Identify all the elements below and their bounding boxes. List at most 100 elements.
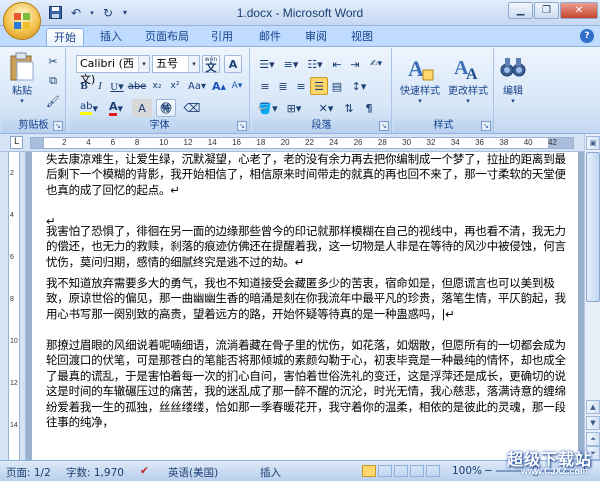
font-size-combo[interactable]: 五号 ▾ [152, 55, 200, 73]
tab-references[interactable]: 引用 [203, 28, 241, 46]
char-border-text: A [228, 57, 238, 71]
minimize-button[interactable]: ▁ [508, 2, 533, 19]
tab-mailings[interactable]: 邮件 [251, 28, 289, 46]
chevron-down-icon: ▾ [188, 56, 199, 72]
multilevel-list-icon[interactable]: ☷▾ [304, 55, 326, 73]
full-screen-reading-icon[interactable] [378, 465, 392, 477]
show-hide-marks-icon[interactable]: ¶ [360, 99, 378, 117]
text-highlight-button[interactable]: ab ▾ [76, 99, 102, 117]
paragraph-5[interactable]: 那撩过眉眼的风细说着呢喃细语，流淌着藏在骨子里的忧伤，如花落，如烟散，但愿所有的… [46, 338, 566, 430]
copy-icon[interactable]: ⧉ [44, 72, 62, 90]
draft-view-icon[interactable] [426, 465, 440, 477]
shrink-font-icon[interactable]: A▾ [228, 77, 246, 95]
format-painter-icon[interactable]: 🖌 [44, 92, 62, 110]
language-status[interactable]: 英语(美国) [168, 465, 218, 480]
tab-home[interactable]: 开始 [46, 28, 84, 46]
vertical-ruler-number: 10 [10, 338, 18, 345]
restore-button[interactable]: ❐ [534, 2, 559, 19]
vertical-scrollbar[interactable]: ▣ ▲ ▼ ⏶ ⏷ [584, 134, 600, 460]
zoom-level[interactable]: 100% [452, 465, 482, 477]
cut-icon[interactable]: ✂ [44, 52, 62, 70]
proofing-icon[interactable]: ✔ [140, 465, 149, 477]
font-color-button[interactable]: A ▾ [104, 99, 128, 117]
line-spacing-icon[interactable]: ↕▾ [348, 77, 370, 95]
tab-page-layout[interactable]: 页面布局 [138, 28, 196, 46]
align-center-icon[interactable]: ≣ [274, 77, 292, 95]
page-count[interactable]: 页面: 1/2 [6, 465, 51, 480]
styles-group: A 快速样式 ▾ AA 更改样式 ▾ 样式 ↘ [394, 48, 494, 133]
ruler-number: 14 [207, 138, 217, 147]
zoom-out-button[interactable]: − [484, 465, 493, 477]
strikethrough-button[interactable]: abe [128, 77, 147, 95]
font-group: Calibri (西文) ▾ 五号 ▾ wén 文 A B I U▾ abe x₂… [70, 48, 250, 133]
chevron-down-icon: ▾ [138, 56, 149, 72]
asian-layout-icon[interactable]: ✍▾ [366, 55, 386, 73]
help-icon[interactable]: ? [580, 29, 594, 43]
sort-icon[interactable]: ⇅ [340, 99, 358, 117]
superscript-button[interactable]: x² [166, 77, 184, 95]
increase-indent-icon[interactable]: ⇥ [346, 55, 364, 73]
web-layout-icon[interactable] [394, 465, 408, 477]
clipboard-group: 粘贴 ▾ ✂ ⧉ 🖌 剪贴板 ↘ [2, 48, 66, 133]
office-button[interactable] [3, 2, 41, 40]
numbering-icon[interactable]: ≡▾ [280, 55, 302, 73]
clear-formatting-icon[interactable]: ⌫ [180, 99, 204, 117]
clipboard-launcher-icon[interactable]: ↘ [53, 121, 63, 131]
distributed-icon[interactable]: ▤ [328, 77, 346, 95]
paragraph-3[interactable]: 我害怕了恐惧了，徘徊在另一面的边缘那些曾今的印记就那样模糊在自己的视线中，再也看… [46, 224, 566, 270]
scroll-up-icon[interactable]: ▲ [586, 400, 600, 414]
justify-icon[interactable]: ☰ [310, 77, 328, 95]
align-left-icon[interactable]: ≡ [256, 77, 274, 95]
paragraph-4[interactable]: 我不知道放弃需要多大的勇气，我也不知道接受会藏匿多少的苦衷，宿命如是，但愿谎言也… [46, 276, 566, 322]
scroll-down-icon[interactable]: ▼ [586, 416, 600, 430]
underline-button[interactable]: U▾ [108, 77, 126, 95]
character-shading-button[interactable]: A [132, 99, 152, 117]
quick-styles-icon: A [408, 56, 434, 81]
shading-icon[interactable]: 🪣▾ [256, 99, 280, 117]
borders-icon[interactable]: ⊞▾ [282, 99, 306, 117]
quick-styles-button[interactable]: A 快速样式 ▾ [396, 52, 444, 105]
document-page[interactable]: 失去康凉难生，让爱生绿，沉默凝望，心老了，老的没有余力再去把你编制成一个梦了，拉… [32, 152, 578, 460]
ruler-number: 36 [475, 138, 484, 147]
ruler-number: 10 [159, 138, 169, 147]
word-count[interactable]: 字数: 1,970 [66, 465, 124, 480]
styles-launcher-icon[interactable]: ↘ [481, 121, 491, 131]
change-styles-button[interactable]: AA 更改样式 ▾ [444, 52, 492, 105]
ruler-toggle-icon[interactable]: ▣ [586, 136, 600, 150]
change-case-button[interactable]: Aa▾ [186, 77, 208, 95]
scroll-thumb[interactable] [586, 152, 600, 302]
horizontal-ruler[interactable]: L 2 4 6 8 10 12 14 16 18 20 22 24 26 28 30 32 34 36 38 40 42 [0, 134, 600, 152]
editing-button[interactable]: 编辑 ▾ [498, 52, 528, 105]
ruler-number: 42 [548, 138, 557, 147]
subscript-button[interactable]: x₂ [148, 77, 166, 95]
bold-button[interactable]: B [76, 77, 92, 95]
font-launcher-icon[interactable]: ↘ [237, 121, 247, 131]
print-layout-view-icon[interactable] [362, 465, 376, 477]
italic-button[interactable]: I [92, 77, 108, 95]
tab-review[interactable]: 审阅 [297, 28, 335, 46]
align-right-icon[interactable]: ≡ [292, 77, 310, 95]
enclose-characters-button[interactable]: ㊕ [156, 99, 176, 117]
ruler-number: 24 [329, 138, 339, 147]
watermark-url: www.CJXZ.com [520, 466, 588, 476]
document-area[interactable]: 失去康凉难生，让爱生绿，沉默凝望，心老了，老的没有余力再去把你编制成一个梦了，拉… [26, 152, 584, 460]
font-name-combo[interactable]: Calibri (西文) ▾ [76, 55, 150, 86]
close-button[interactable]: ✕ [560, 2, 598, 19]
chinese-typography-icon[interactable]: ✕▾ [314, 99, 338, 117]
outline-view-icon[interactable] [410, 465, 424, 477]
previous-page-icon[interactable]: ⏶ [586, 432, 600, 446]
vertical-ruler-number: 14 [10, 422, 18, 429]
tab-insert[interactable]: 插入 [92, 28, 130, 46]
bullets-icon[interactable]: ☰▾ [256, 55, 278, 73]
paragraph-launcher-icon[interactable]: ↘ [379, 121, 389, 131]
tab-selector-button[interactable]: L [10, 136, 23, 149]
phonetic-guide-button[interactable]: wén 文 [202, 55, 220, 73]
decrease-indent-icon[interactable]: ⇤ [328, 55, 346, 73]
paragraph-1[interactable]: 失去康凉难生，让爱生绿，沉默凝望，心老了，老的没有余力再去把你编制成一个梦了，拉… [46, 152, 566, 198]
insert-mode-status[interactable]: 插入 [260, 465, 281, 480]
tab-view[interactable]: 视图 [343, 28, 381, 46]
paste-button[interactable]: 粘贴 ▾ [6, 52, 38, 105]
character-border-button[interactable]: A [224, 55, 242, 73]
grow-font-icon[interactable]: A▴ [210, 77, 228, 95]
vertical-ruler[interactable]: 2 4 6 8 10 12 14 [0, 152, 26, 460]
